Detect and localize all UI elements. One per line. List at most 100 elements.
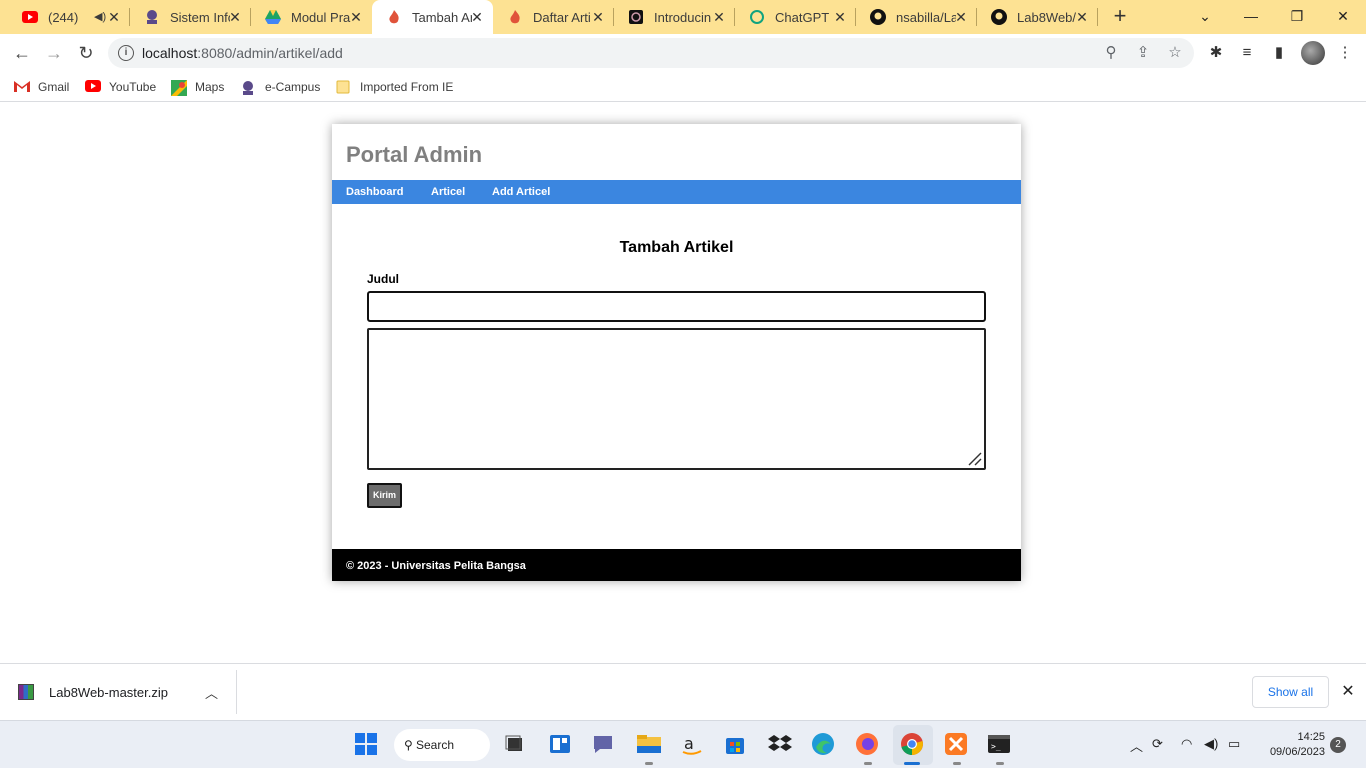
- site-footer: © 2023 - Universitas Pelita Bangsa: [332, 549, 1021, 581]
- tab-title: Introducin: [654, 9, 712, 25]
- bookmark-ecampus[interactable]: e-Campus: [241, 77, 320, 97]
- judul-input[interactable]: [367, 291, 986, 322]
- clock-date: 09/06/2023: [1269, 746, 1325, 758]
- microsoft-store-icon[interactable]: [723, 732, 749, 758]
- nav-articel[interactable]: Articel: [431, 186, 465, 198]
- close-tab-icon[interactable]: ✕: [469, 9, 485, 25]
- battery-icon[interactable]: ▭: [1228, 736, 1240, 752]
- wifi-icon[interactable]: ◠: [1181, 736, 1192, 752]
- search-label: Search: [416, 738, 455, 752]
- media-control-icon[interactable]: ≡: [1236, 42, 1258, 64]
- chevron-up-icon[interactable]: ︿: [205, 683, 218, 702]
- close-tab-icon[interactable]: ✕: [348, 9, 364, 25]
- running-indicator: [996, 762, 1004, 765]
- amazon-icon[interactable]: a: [680, 732, 706, 758]
- admin-container: Portal Admin Dashboard Articel Add Artic…: [332, 124, 1021, 581]
- chrome-icon[interactable]: [900, 732, 926, 758]
- bookmark-label: Maps: [195, 80, 225, 94]
- browser-tab-strip: (244) S ◀) ✕ Sistem Info ✕ Modul Pra ✕ T…: [0, 0, 1366, 34]
- running-indicator-active: [904, 762, 920, 765]
- zoom-icon[interactable]: ⚲: [1102, 44, 1120, 62]
- kirim-button[interactable]: Kirim: [367, 483, 402, 508]
- forward-arrow-icon[interactable]: →: [42, 41, 66, 65]
- minimize-button[interactable]: —: [1228, 0, 1274, 34]
- close-tab-icon[interactable]: ✕: [711, 9, 727, 25]
- taskbar-clock[interactable]: 14:25 09/06/2023: [1255, 730, 1325, 760]
- firefox-icon[interactable]: [855, 732, 881, 758]
- isi-textarea[interactable]: [367, 328, 986, 470]
- download-item[interactable]: Lab8Web-master.zip: [18, 684, 168, 700]
- gmail-icon: [14, 80, 30, 94]
- close-window-button[interactable]: ✕: [1320, 0, 1366, 34]
- bookmark-star-icon[interactable]: ☆: [1166, 44, 1184, 62]
- resize-grip-icon[interactable]: [966, 450, 982, 466]
- bookmark-folder-imported[interactable]: Imported From IE: [336, 77, 453, 97]
- svg-text:a: a: [684, 734, 694, 753]
- new-tab-button[interactable]: +: [1108, 5, 1132, 29]
- svg-text:>_: >_: [991, 742, 1001, 751]
- tab-introducing[interactable]: Introducin ✕: [614, 0, 735, 34]
- side-panel-icon[interactable]: ▮: [1268, 42, 1290, 64]
- profile-avatar[interactable]: [1301, 41, 1325, 65]
- extensions-puzzle-icon[interactable]: ✱: [1205, 42, 1227, 64]
- file-explorer-icon[interactable]: [636, 732, 662, 758]
- xampp-icon[interactable]: [944, 732, 970, 758]
- site-info-icon[interactable]: i: [118, 45, 134, 61]
- divider: [236, 670, 237, 714]
- running-indicator: [953, 762, 961, 765]
- menu-kebab-icon[interactable]: ⋮: [1334, 42, 1356, 64]
- close-tab-icon[interactable]: ✕: [106, 9, 122, 25]
- close-download-bar-icon[interactable]: ✕: [1338, 682, 1358, 702]
- widgets-icon[interactable]: [548, 732, 574, 758]
- teams-chat-icon[interactable]: [591, 732, 617, 758]
- tab-daftar-artikel[interactable]: Daftar Arti ✕: [493, 0, 614, 34]
- tab-nsabilla[interactable]: nsabilla/La ✕: [856, 0, 977, 34]
- volume-icon[interactable]: ◀): [1204, 736, 1218, 752]
- reload-icon[interactable]: ↻: [74, 41, 98, 65]
- tab-tambah-artikel[interactable]: Tambah Ar ✕: [372, 0, 493, 34]
- address-bar[interactable]: i localhost:8080/admin/artikel/add ⚲ ⇪ ☆: [108, 38, 1194, 68]
- nav-add-articel[interactable]: Add Articel: [492, 186, 550, 198]
- close-tab-icon[interactable]: ✕: [590, 9, 606, 25]
- windows-start-icon[interactable]: [354, 732, 380, 758]
- sync-icon[interactable]: ⟳: [1152, 736, 1163, 752]
- site-title: Portal Admin: [346, 142, 483, 167]
- tab-modul[interactable]: Modul Pra ✕: [251, 0, 372, 34]
- edge-icon[interactable]: [811, 732, 837, 758]
- tab-lab8web[interactable]: Lab8Web/ ✕: [977, 0, 1098, 34]
- bookmark-youtube[interactable]: YouTube: [85, 77, 156, 97]
- close-tab-icon[interactable]: ✕: [227, 9, 243, 25]
- bookmark-maps[interactable]: Maps: [171, 77, 224, 97]
- youtube-icon: [85, 80, 101, 94]
- close-tab-icon[interactable]: ✕: [953, 9, 969, 25]
- notification-badge[interactable]: 2: [1330, 737, 1346, 753]
- bookmark-label: e-Campus: [265, 80, 321, 94]
- share-icon[interactable]: ⇪: [1134, 44, 1152, 62]
- tab-search-chevron-icon[interactable]: ⌄: [1182, 0, 1228, 34]
- clock-time: 14:25: [1297, 731, 1325, 743]
- bookmarks-bar: Gmail YouTube Maps e-Campus Imported Fro…: [0, 72, 1366, 102]
- show-all-button[interactable]: Show all: [1252, 676, 1329, 708]
- url-text: localhost:8080/admin/artikel/add: [142, 45, 343, 61]
- github-icon: [870, 9, 886, 25]
- nav-dashboard[interactable]: Dashboard: [346, 186, 403, 198]
- bookmark-label: Imported From IE: [360, 80, 454, 94]
- taskbar-search[interactable]: ⚲ Search: [394, 729, 490, 761]
- restore-button[interactable]: ❐: [1274, 0, 1320, 34]
- winrar-archive-icon: [18, 684, 34, 700]
- tab-chatgpt[interactable]: ChatGPT ✕: [735, 0, 856, 34]
- dropbox-icon[interactable]: [768, 732, 794, 758]
- bookmark-gmail[interactable]: Gmail: [14, 77, 69, 97]
- site-header: Portal Admin: [332, 124, 1021, 180]
- tab-separator: [1097, 8, 1098, 26]
- terminal-icon[interactable]: >_: [987, 732, 1013, 758]
- tab-youtube[interactable]: (244) S ◀) ✕: [8, 0, 130, 34]
- tray-chevron-up-icon[interactable]: ︿: [1130, 736, 1143, 755]
- task-view-icon[interactable]: [503, 732, 529, 758]
- tab-sistem-info[interactable]: Sistem Info ✕: [130, 0, 251, 34]
- running-indicator: [864, 762, 872, 765]
- close-tab-icon[interactable]: ✕: [832, 9, 848, 25]
- close-tab-icon[interactable]: ✕: [1074, 9, 1090, 25]
- back-arrow-icon[interactable]: ←: [10, 41, 34, 65]
- speaker-icon[interactable]: ◀): [94, 10, 106, 23]
